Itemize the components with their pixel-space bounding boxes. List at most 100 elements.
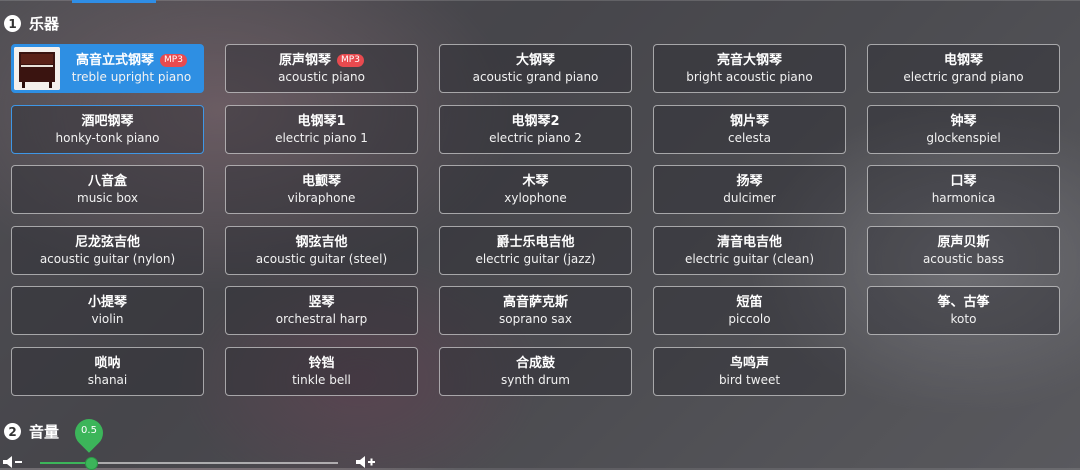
instrument-button[interactable]: 八音盒 music box — [11, 165, 204, 214]
volume-slider-thumb[interactable] — [85, 457, 98, 470]
volume-heading: 音量 — [29, 423, 60, 441]
instrument-button[interactable]: 扬琴 dulcimer — [653, 165, 846, 214]
instrument-name-en: synth drum — [501, 372, 570, 387]
instrument-button[interactable]: 唢呐 shanai — [11, 346, 204, 396]
instrument-name-zh: 电钢琴2 — [511, 113, 559, 130]
instrument-name-zh: 铃铛 — [308, 355, 334, 372]
instrument-button[interactable]: 亮音大钢琴 bright acoustic piano — [653, 44, 846, 93]
instrument-button[interactable]: 筝、古筝 koto — [867, 286, 1060, 335]
instrument-name-zh-text: 扬琴 — [736, 174, 763, 189]
instrument-name-zh: 八音盒 — [88, 173, 127, 190]
instrument-name-zh: 清音电吉他 — [717, 234, 782, 251]
instrument-name-en: harmonica — [931, 191, 996, 205]
instrument-name-zh: 酒吧钢琴 — [81, 113, 133, 130]
instrument-name-zh: 高音萨克斯 — [503, 294, 568, 311]
instrument-name-zh-text: 电钢琴2 — [511, 113, 560, 129]
instrument-button[interactable]: 鸟鸣声 bird tweet — [653, 346, 846, 396]
instrument-name-en: tinkle bell — [292, 372, 351, 387]
instrument-button[interactable]: 酒吧钢琴 honky-tonk piano — [11, 104, 204, 154]
instrument-name-zh: 鸟鸣声 — [730, 355, 769, 372]
instrument-name-zh: 竖琴 — [308, 294, 334, 311]
instrument-button[interactable]: 高音萨克斯 soprano sax — [439, 286, 632, 335]
instrument-name-zh-text: 小提琴 — [87, 295, 127, 310]
instrument-button[interactable]: 清音电吉他 electric guitar (clean) — [653, 225, 846, 275]
instrument-name-zh-text: 爵士乐电吉他 — [496, 234, 575, 250]
instrument-button[interactable]: 尼龙弦吉他 acoustic guitar (nylon) — [11, 225, 204, 275]
instrument-button[interactable]: 合成鼓 synth drum — [439, 346, 632, 396]
instrument-name-en: electric guitar (jazz) — [475, 251, 596, 266]
instruments-section-title: 1 乐器 — [4, 13, 59, 34]
instrument-name-zh-text: 木琴 — [522, 174, 549, 189]
instrument-button[interactable]: 电钢琴2 electric piano 2 — [439, 104, 632, 154]
mp3-badge: MP3 — [160, 54, 187, 67]
instrument-button[interactable]: 电颤琴 vibraphone — [225, 165, 418, 214]
instrument-button[interactable]: 高音立式钢琴 MP3 treble upright piano — [11, 44, 204, 93]
instrument-button[interactable]: 口琴 harmonica — [867, 165, 1060, 214]
instrument-name-en: glockenspiel — [926, 130, 1001, 145]
instrument-button[interactable]: 短笛 piccolo — [653, 286, 846, 335]
volume-down-icon[interactable] — [2, 455, 24, 469]
instrument-name-zh: 短笛 — [736, 294, 762, 311]
instrument-name-zh: 大钢琴 — [516, 52, 555, 69]
mp3-badge: MP3 — [337, 54, 364, 67]
instrument-name-zh: 唢呐 — [94, 355, 120, 372]
instrument-name-zh-text: 电颤琴 — [301, 174, 341, 189]
instrument-button[interactable]: 电钢琴 electric grand piano — [867, 44, 1060, 93]
instrument-name-zh: 口琴 — [950, 173, 976, 190]
instrument-button[interactable]: 钢片琴 celesta — [653, 104, 846, 154]
instrument-name-zh-text: 高音萨克斯 — [502, 295, 568, 310]
instrument-name-zh: 电颤琴 — [302, 173, 341, 190]
instrument-button[interactable]: 原声钢琴 MP3 acoustic piano — [225, 44, 418, 93]
instrument-name-zh-text: 唢呐 — [94, 355, 121, 371]
instrument-name-zh-text: 电钢琴 — [943, 53, 983, 68]
instrument-name-zh: 钢弦吉他 — [295, 234, 347, 251]
instrument-name-zh: 电钢琴 — [944, 52, 983, 69]
instrument-name-zh-text: 合成鼓 — [515, 355, 555, 371]
instrument-name-zh-text: 钢弦吉他 — [295, 234, 348, 250]
instrument-name-en: acoustic guitar (steel) — [255, 251, 388, 266]
instrument-name-en: dulcimer — [723, 191, 776, 205]
instrument-name-zh-text: 电钢琴1 — [297, 113, 346, 129]
instrument-name-en: honky-tonk piano — [55, 130, 160, 145]
instrument-name-en: electric piano 2 — [489, 130, 582, 145]
instrument-name-zh: 尼龙弦吉他 — [75, 234, 140, 251]
instrument-name-zh-text: 钟琴 — [950, 113, 977, 129]
instrument-name-en: celesta — [727, 130, 771, 145]
instrument-button[interactable]: 大钢琴 acoustic grand piano — [439, 44, 632, 93]
instrument-name-zh-text: 尼龙弦吉他 — [74, 234, 140, 250]
instrument-name-en: bright acoustic piano — [686, 70, 813, 84]
instrument-name-en: electric piano 1 — [275, 130, 368, 145]
instrument-button[interactable]: 爵士乐电吉他 electric guitar (jazz) — [439, 225, 632, 275]
instrument-button[interactable]: 木琴 xylophone — [439, 165, 632, 214]
instrument-name-en: piccolo — [728, 312, 771, 326]
instrument-name-zh: 筝、古筝 — [937, 294, 989, 311]
instrument-button[interactable]: 小提琴 violin — [11, 286, 204, 335]
instrument-name-en: bird tweet — [718, 372, 781, 387]
instrument-name-zh-text: 高音立式钢琴 — [76, 53, 155, 68]
instrument-name-en: electric guitar (clean) — [684, 251, 815, 266]
instrument-name-zh-text: 筝、古筝 — [937, 295, 990, 310]
instrument-name-zh: 扬琴 — [736, 173, 762, 190]
instrument-name-en: treble upright piano — [71, 70, 192, 84]
instrument-name-zh: 合成鼓 — [516, 355, 555, 372]
instrument-name-en: music box — [77, 191, 138, 205]
instrument-name-zh-text: 原声钢琴 — [279, 53, 332, 68]
instrument-button[interactable]: 钟琴 glockenspiel — [867, 104, 1060, 154]
volume-value-label: 0.5 — [81, 425, 97, 436]
volume-section-title: 2 音量 — [4, 421, 59, 442]
instrument-grid: 高音立式钢琴 MP3 treble upright piano 原声钢琴 MP3 acou… — [11, 44, 1060, 396]
instrument-button[interactable]: 钢弦吉他 acoustic guitar (steel) — [225, 225, 418, 275]
instrument-button[interactable]: 竖琴 orchestral harp — [225, 286, 418, 335]
instrument-name-zh: 钢片琴 — [730, 113, 769, 130]
instrument-name-zh-text: 竖琴 — [308, 295, 335, 310]
instrument-name-zh: 亮音大钢琴 — [717, 52, 782, 69]
instrument-button[interactable]: 电钢琴1 electric piano 1 — [225, 104, 418, 154]
volume-up-icon[interactable] — [355, 455, 377, 469]
instrument-name-en: vibraphone — [287, 191, 356, 205]
instrument-name-zh: 电钢琴1 — [297, 113, 345, 130]
instrument-name-en: acoustic guitar (nylon) — [39, 251, 176, 266]
instrument-button[interactable]: 铃铛 tinkle bell — [225, 346, 418, 396]
instrument-name-zh-text: 鸟鸣声 — [729, 355, 769, 371]
piano-thumbnail-image — [14, 47, 60, 90]
instrument-button[interactable]: 原声贝斯 acoustic bass — [867, 225, 1060, 275]
